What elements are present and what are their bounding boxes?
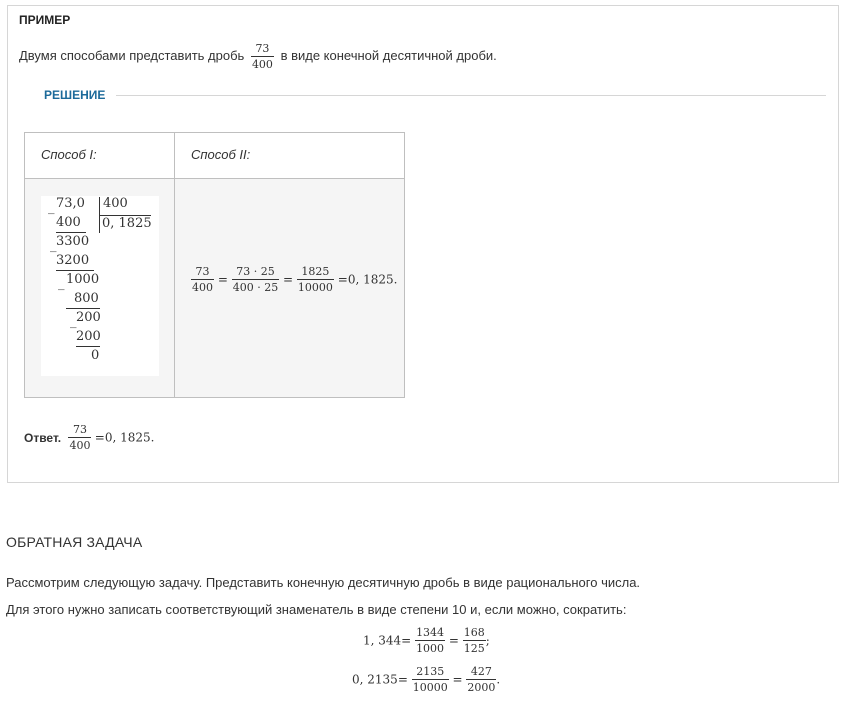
eq2-frac-2-den: 2000 (467, 681, 496, 694)
m2-frac-3-den: 10000 (297, 281, 333, 294)
task-fraction: 73 400 (250, 43, 274, 71)
eq2-frac-2: 427 2000 (466, 666, 497, 694)
ld-rem-3: 200 (76, 310, 101, 325)
answer-fraction-num: 73 (68, 424, 92, 438)
m2-frac-1-num: 73 (191, 266, 214, 280)
method2-title: Способ II: (191, 147, 251, 162)
task-fraction-den: 400 (251, 58, 273, 71)
method1-title: Способ I: (41, 147, 97, 162)
method1-cell: _ 73,0 400 400 0, 1825 _ 3300 3200 _ 100… (24, 178, 175, 398)
m2-frac-1: 73 400 (191, 266, 214, 293)
ld-final: 0 (91, 348, 100, 363)
eq1-frac-2-den: 125 (463, 642, 485, 655)
eq1-frac-2-num: 168 (462, 626, 486, 641)
eq2-end: . (496, 672, 501, 687)
inverse-paragraph-1: Рассмотрим следующую задачу. Представить… (6, 575, 641, 590)
eq2-frac-2-num: 427 (466, 666, 497, 680)
inverse-title: ОБРАТНАЯ ЗАДАЧА (6, 534, 143, 550)
m2-frac-1-den: 400 (192, 281, 213, 294)
eq1-frac-2: 168 125 (462, 626, 486, 655)
solution-divider (116, 95, 826, 96)
solution-label: РЕШЕНИЕ (44, 88, 106, 102)
m2-frac-3-num: 1825 (296, 266, 334, 280)
eq1-eq-2: = (448, 633, 459, 648)
eq1-left: 1, 344 (363, 633, 402, 648)
answer-fraction: 73 400 (68, 424, 92, 452)
ld-quotient: 0, 1825 (102, 216, 152, 231)
answer-label: Ответ. (24, 430, 62, 445)
answer-fraction-den: 400 (69, 439, 91, 452)
eq1-eq-1: = (401, 633, 412, 648)
inverse-equation-2: 0, 2135= 2135 10000 = 427 2000. (352, 666, 500, 693)
ld-line-1 (56, 232, 86, 233)
method1-header-cell: Способ I: (24, 132, 175, 179)
ld-dividend: 73,0 (56, 196, 85, 211)
m2-frac-2-den: 400 · 25 (232, 281, 279, 294)
ld-line-3 (66, 308, 100, 309)
m2-frac-3: 1825 10000 (296, 266, 334, 294)
task-fraction-num: 73 (250, 43, 274, 57)
m2-eq-1: = (217, 272, 228, 287)
task-text-before: Двумя способами представить дробь (19, 47, 245, 63)
ld-divisor: 400 (103, 196, 128, 211)
answer: Ответ. 73 400 =0, 1825. (24, 424, 154, 451)
ld-sub-1: 400 (56, 215, 81, 230)
task-text-after: в виде конечной десятичной дроби. (280, 47, 497, 63)
method2-cell: 73 400 = 73 · 25 400 · 25 = 1825 10000 =0, … (174, 178, 405, 398)
m2-frac-2-num: 73 · 25 (231, 266, 280, 280)
eq2-left: 0, 2135 (352, 672, 398, 687)
ld-line-4 (76, 346, 100, 347)
ld-minus-1: _ (48, 200, 55, 215)
ld-sub-4: 200 (76, 329, 101, 344)
ld-minus-3: _ (58, 276, 65, 291)
eq1-frac-1: 1344 1000 (415, 626, 446, 655)
inverse-equation-1: 1, 344= 1344 1000 = 168 125; (363, 627, 490, 654)
method2-formula: 73 400 = 73 · 25 400 · 25 = 1825 10000 =0, … (191, 266, 397, 293)
eq2-eq-1: = (397, 672, 408, 687)
example-label: ПРИМЕР (19, 13, 71, 27)
task-text: Двумя способами представить дробь 73 400 … (19, 43, 497, 70)
m2-eq-2: = (283, 272, 294, 287)
eq2-eq-2: = (452, 672, 463, 687)
long-division: _ 73,0 400 400 0, 1825 _ 3300 3200 _ 100… (41, 196, 159, 376)
eq1-end: ; (485, 633, 490, 648)
eq2-frac-1-num: 2135 (411, 666, 449, 680)
ld-line-2 (56, 270, 94, 271)
ld-sub-3: 800 (74, 291, 99, 306)
eq1-frac-1-den: 1000 (416, 642, 445, 655)
eq2-frac-1: 2135 10000 (411, 666, 449, 694)
methods-table: Способ I: Способ II: _ 73,0 400 400 0, 1… (24, 132, 405, 398)
solution-header: РЕШЕНИЕ (44, 88, 826, 104)
m2-eq-3: = (337, 272, 348, 287)
eq2-frac-1-den: 10000 (412, 681, 448, 694)
answer-eq: = (94, 430, 105, 445)
m2-result: 0, 1825. (347, 272, 398, 287)
ld-sub-2: 3200 (56, 253, 90, 268)
answer-value: 0, 1825. (104, 430, 155, 445)
ld-rem-2: 1000 (66, 272, 100, 287)
inverse-paragraph-2: Для этого нужно записать соответствующий… (6, 602, 627, 617)
eq1-frac-1-num: 1344 (415, 626, 446, 641)
method2-header-cell: Способ II: (174, 132, 405, 179)
ld-rem-1: 3300 (56, 234, 90, 249)
m2-frac-2: 73 · 25 400 · 25 (231, 266, 280, 294)
